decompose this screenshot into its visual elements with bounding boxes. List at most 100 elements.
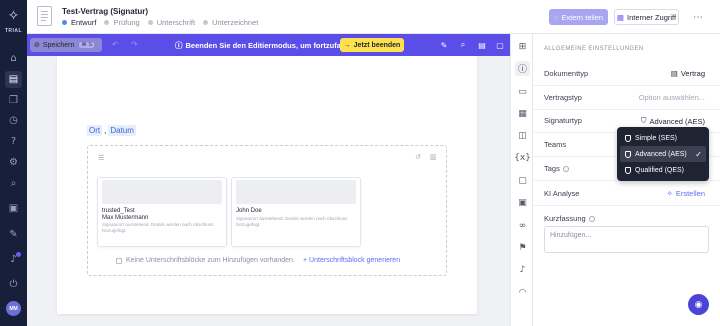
step-dot-icon: [62, 20, 67, 25]
save-icon: ⊘: [34, 42, 40, 49]
row-document-type[interactable]: Dokumenttyp ▤ Vertrag: [533, 61, 720, 86]
users-icon: ▦: [616, 12, 625, 22]
field-location[interactable]: Ort: [87, 125, 103, 136]
signature-note: Signaturort ausstehend. Details werden n…: [102, 222, 214, 233]
logout-icon[interactable]: ⏻: [5, 276, 22, 293]
empty-signature-text: Keine Unterschriftsblöcke zum Hinzufügen…: [126, 257, 295, 264]
row-label: Dokumenttyp: [544, 69, 589, 78]
search-icon[interactable]: ⌕: [5, 175, 22, 192]
field-separator: ,: [104, 126, 107, 135]
field-date[interactable]: Datum: [108, 125, 136, 136]
plus-icon: +: [303, 257, 308, 264]
document-type-icon: ▤: [670, 69, 678, 78]
placeholder-fields: Ort , Datum: [87, 125, 136, 136]
option-simple-ses[interactable]: Simple (SES): [620, 130, 706, 146]
home-icon[interactable]: ⌂: [5, 50, 22, 67]
trash-icon[interactable]: ▥: [430, 153, 437, 161]
avatar[interactable]: MM: [6, 301, 21, 316]
summary-label: Kurzfassung: [544, 214, 586, 223]
internal-access-button[interactable]: ▦ Interner Zugriff: [614, 9, 679, 25]
row-label: Vertragstyp: [544, 93, 582, 102]
save-button[interactable]: ⊘ Speichern ⌘ S: [30, 38, 102, 52]
share-external-label: Extern teilen: [561, 12, 604, 22]
comment-icon[interactable]: ▢: [494, 39, 506, 51]
flag-icon[interactable]: ⚑: [515, 240, 530, 255]
help-circle-icon[interactable]: ?: [5, 133, 22, 150]
chat-launcher-icon[interactable]: ◉: [688, 294, 709, 315]
sparkle-icon: ✧: [666, 189, 673, 198]
row-label: Teams: [544, 140, 567, 149]
save-label: Speichern: [42, 41, 75, 49]
empty-box-icon: [116, 257, 122, 264]
info-icon[interactable]: ⓘ: [515, 61, 530, 76]
edit-mode-bar: ⊘ Speichern ⌘ S ↶ ↷ ⓘ Beenden Sie den Ed…: [27, 34, 510, 56]
generate-signature-block-link[interactable]: + Unterschriftsblock generieren: [303, 257, 400, 264]
drag-handle-icon[interactable]: ☰: [98, 154, 104, 162]
step-dot-icon: [147, 20, 153, 25]
row-ai-analysis[interactable]: KI Analyse ✧ Erstellen: [533, 181, 720, 206]
archive-icon[interactable]: ▣: [515, 195, 530, 210]
calendar-icon[interactable]: ▦: [515, 106, 530, 121]
gift-icon[interactable]: ▣: [5, 200, 22, 217]
info-icon: [588, 216, 595, 223]
reset-icon[interactable]: ↺: [415, 153, 421, 161]
more-options-icon[interactable]: ⋯: [688, 9, 708, 25]
option-label: Simple (SES): [635, 134, 678, 142]
document-title[interactable]: Test-Vertrag (Signatur): [62, 7, 148, 16]
app-window: ✧ TRIAL ⌂ ▤ ❐ ◷ ? ⚙ ⌕ ▣ ✎ ♪ ⏻ MM Test-Ve…: [0, 0, 720, 326]
step-label: Unterzeichnet: [212, 18, 259, 27]
bell-icon[interactable]: ♪: [515, 262, 530, 277]
rss-icon[interactable]: ◠: [515, 285, 530, 300]
link-icon[interactable]: ∞: [515, 218, 530, 233]
redo-icon[interactable]: ↷: [131, 40, 138, 49]
share-external-button[interactable]: ◌ Extern teilen: [549, 9, 608, 25]
summary-input[interactable]: Hinzufügen...: [544, 226, 709, 253]
notes-icon[interactable]: ✎: [5, 226, 22, 243]
create-analysis-button[interactable]: ✧ Erstellen: [667, 189, 705, 198]
row-contract-type[interactable]: Vertragstyp Option auswählen...: [533, 85, 720, 110]
end-editing-label: Jetzt beenden: [353, 41, 401, 49]
settings-icon[interactable]: ⚙: [5, 154, 22, 171]
step-dot-icon: [104, 20, 110, 25]
variable-icon[interactable]: {x}: [514, 150, 531, 165]
panel-icon-strip: ⊞ ⓘ ▭ ▦ ◫ {x} ▢ ▣ ∞ ⚑ ♪ ◠: [510, 34, 533, 326]
document-page[interactable]: Ort , Datum ☰ ↺ ▥ trusted_Test Max Muste…: [57, 56, 477, 314]
signature-card[interactable]: trusted_Test Max Mustermann Signaturort …: [97, 177, 227, 247]
pdf-icon[interactable]: ▤: [476, 39, 488, 51]
create-analysis-label: Erstellen: [675, 189, 705, 198]
document-file-icon: [37, 6, 52, 26]
contact-card-icon[interactable]: ▭: [515, 84, 530, 99]
contract-type-select[interactable]: Option auswählen...: [639, 93, 705, 102]
step-dot-icon: [203, 20, 209, 25]
row-label: Signaturtyp: [544, 116, 582, 125]
documents-icon[interactable]: ❐: [5, 92, 22, 109]
signature-type-select[interactable]: ⛉ Advanced (AES): [641, 116, 705, 126]
signature-name: Max Mustermann: [102, 215, 149, 221]
end-editing-button[interactable]: → Jetzt beenden: [340, 38, 404, 52]
step-draft: Entwurf: [62, 18, 96, 27]
search-icon[interactable]: ⌕: [457, 39, 469, 51]
bell-icon[interactable]: ♪: [5, 251, 22, 268]
option-label: Advanced (AES): [635, 150, 687, 158]
book-icon[interactable]: ◫: [515, 128, 530, 143]
step-label: Entwurf: [71, 18, 97, 27]
step-signed: Unterzeichnet: [203, 18, 258, 27]
document-header: Test-Vertrag (Signatur) Entwurf Prüfung …: [27, 0, 720, 34]
signature-placeholder: [236, 180, 356, 204]
signature-card[interactable]: John Doe Signaturort ausstehend. Details…: [231, 177, 361, 247]
signature-note: Signaturort ausstehend. Details werden n…: [236, 216, 348, 227]
document-icon[interactable]: ▤: [5, 71, 22, 88]
row-value: ▤ Vertrag: [671, 69, 705, 78]
internal-access-label: Interner Zugriff: [627, 12, 677, 22]
option-qualified-qes[interactable]: Qualified (QES): [620, 162, 706, 178]
chat-icon[interactable]: ▢: [515, 173, 530, 188]
signature-placeholder: [102, 180, 222, 204]
magic-edit-icon[interactable]: ✎: [438, 39, 450, 51]
shield-icon: ⛉: [640, 116, 647, 125]
option-advanced-aes[interactable]: Advanced (AES) ✓: [620, 146, 706, 162]
step-label: Unterschrift: [156, 18, 196, 27]
clock-icon[interactable]: ◷: [5, 112, 22, 129]
save-shortcut: ⌘ S: [79, 42, 95, 48]
layout-icon[interactable]: ⊞: [515, 39, 530, 54]
undo-icon[interactable]: ↶: [112, 40, 119, 49]
